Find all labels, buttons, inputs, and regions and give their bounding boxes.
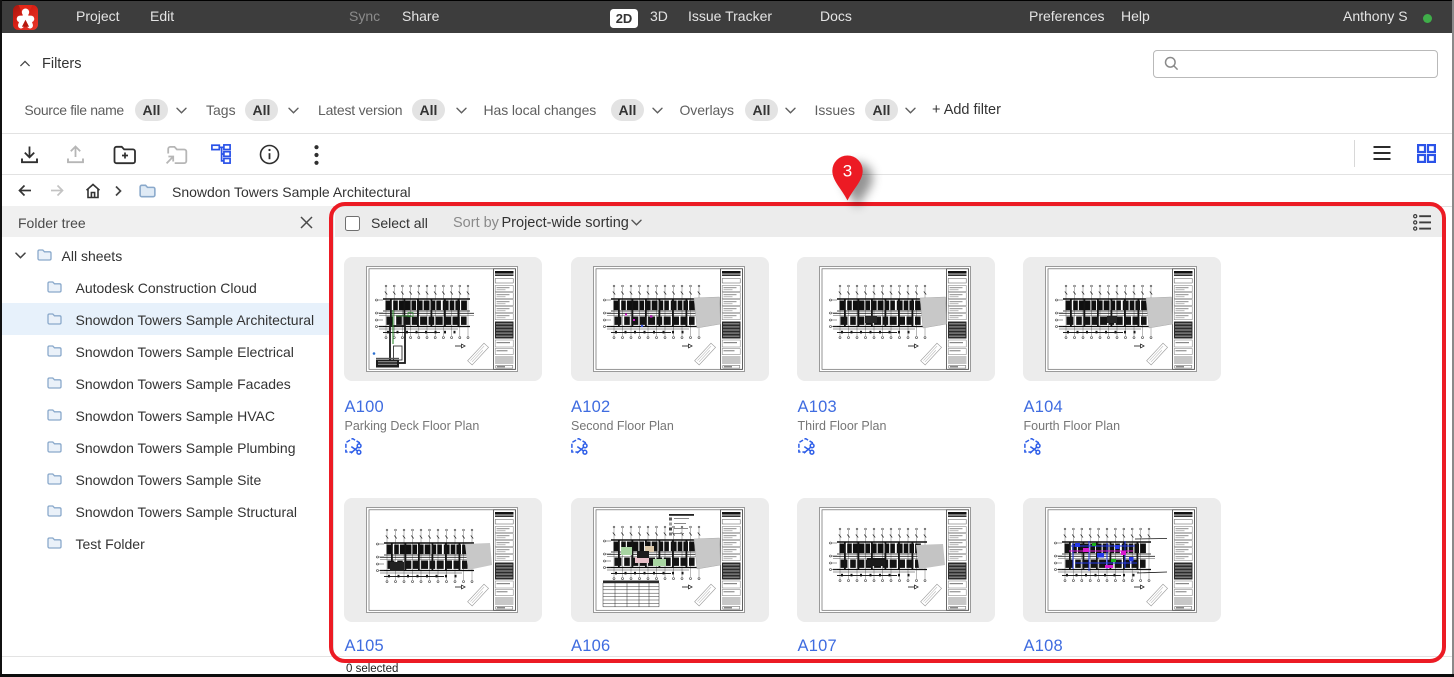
svg-text:3: 3: [843, 162, 852, 181]
